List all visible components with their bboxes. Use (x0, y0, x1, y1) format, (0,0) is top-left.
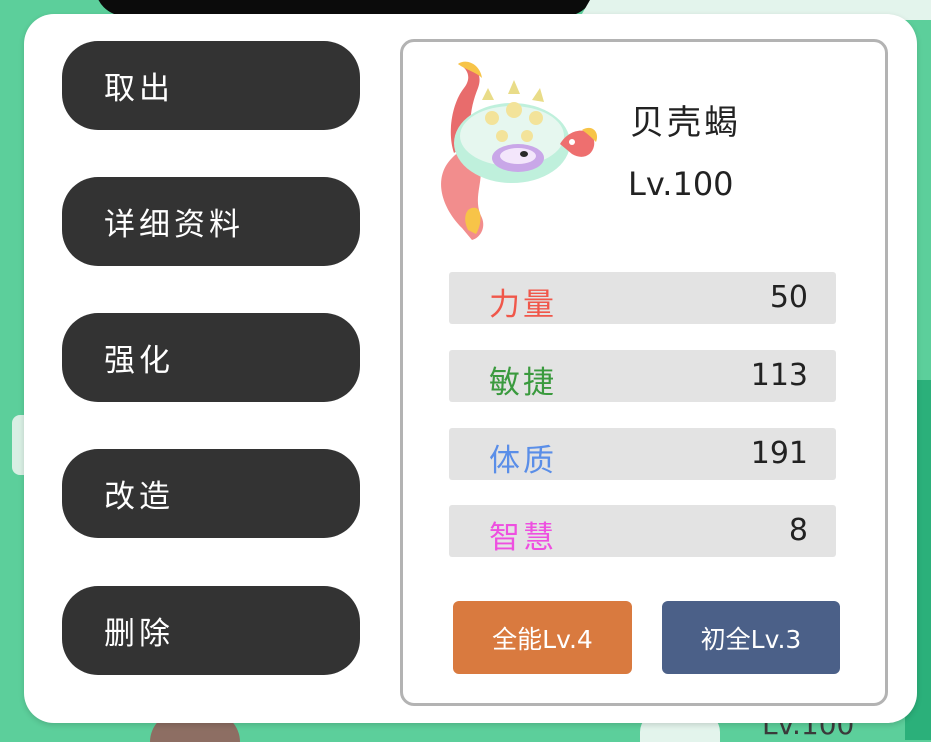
stat-label-agility: 敏捷 (489, 365, 557, 401)
stat-label-wisdom: 智慧 (489, 520, 557, 556)
stat-label-strength: 力量 (489, 287, 557, 323)
pet-name: 贝壳蝎 (630, 103, 741, 143)
enhance-button[interactable]: 强化 (62, 313, 360, 402)
stat-label-constitution: 体质 (489, 443, 557, 479)
delete-button[interactable]: 删除 (62, 586, 360, 675)
stat-value-agility: 113 (750, 358, 808, 393)
pet-level: Lv.100 (628, 165, 734, 203)
stat-row-wisdom: 智慧 8 (449, 505, 836, 557)
stat-value-wisdom: 8 (788, 513, 808, 548)
stat-value-strength: 50 (769, 280, 808, 315)
stat-value-constitution: 191 (750, 436, 808, 471)
details-button[interactable]: 详细资料 (62, 177, 360, 266)
scorpion-pet-image (441, 61, 598, 240)
initial-level-badge[interactable]: 初全Lv.3 (662, 601, 840, 674)
stat-row-strength: 力量 50 (449, 272, 836, 324)
modify-button[interactable]: 改造 (62, 449, 360, 538)
stat-row-agility: 敏捷 113 (449, 350, 836, 402)
stat-row-constitution: 体质 191 (449, 428, 836, 480)
all-round-level-badge[interactable]: 全能Lv.4 (453, 601, 632, 674)
withdraw-button[interactable]: 取出 (62, 41, 360, 130)
